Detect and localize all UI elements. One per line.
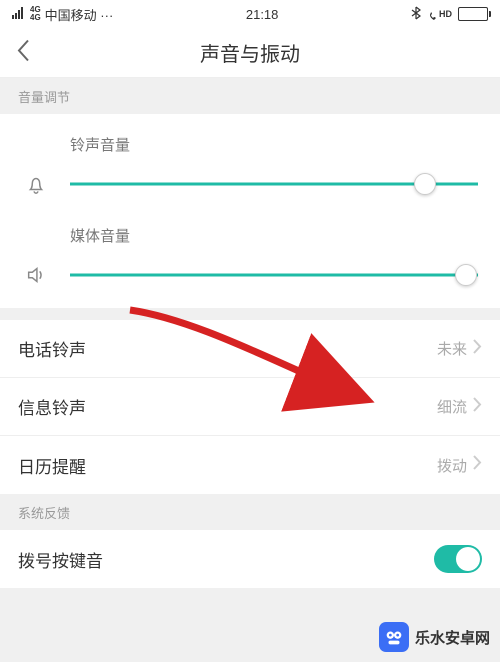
- feedback-section: 拨号按键音: [0, 530, 500, 588]
- signal-icon: [12, 7, 26, 22]
- page-title: 声音与振动: [200, 38, 300, 67]
- ringtone-volume-slider[interactable]: [70, 173, 478, 195]
- bluetooth-icon: [411, 6, 421, 23]
- ringtone-volume-block: 铃声音量: [22, 134, 478, 195]
- media-volume-label: 媒体音量: [70, 225, 478, 246]
- back-button[interactable]: [16, 38, 30, 67]
- carrier-label: 中国移动 ···: [45, 5, 114, 24]
- calendar-reminder-label: 日历提醒: [18, 453, 86, 478]
- dialpad-sound-item: 拨号按键音: [0, 530, 500, 588]
- status-bar: 4G4G 中国移动 ··· 21:18 HD: [0, 0, 500, 28]
- clock: 21:18: [246, 7, 279, 22]
- media-volume-block: 媒体音量: [22, 225, 478, 286]
- network-badge: 4G4G: [30, 6, 41, 22]
- message-ringtone-label: 信息铃声: [18, 394, 86, 419]
- section-header-feedback: 系统反馈: [0, 494, 500, 530]
- speaker-icon: [22, 264, 50, 286]
- page-header: 声音与振动: [0, 28, 500, 78]
- calendar-reminder-value: 拨动: [437, 455, 467, 476]
- ringtone-list: 电话铃声 未来 信息铃声 细流 日历提醒 拨动: [0, 320, 500, 494]
- dialpad-sound-label: 拨号按键音: [18, 547, 103, 572]
- chevron-right-icon: [473, 455, 482, 475]
- watermark: 乐水安卓网: [379, 622, 490, 652]
- volte-icon: HD: [427, 7, 452, 21]
- chevron-right-icon: [473, 397, 482, 417]
- chevron-right-icon: [473, 339, 482, 359]
- ringtone-volume-label: 铃声音量: [70, 134, 478, 155]
- battery-icon: [458, 7, 488, 21]
- message-ringtone-value: 细流: [437, 396, 467, 417]
- message-ringtone-item[interactable]: 信息铃声 细流: [0, 378, 500, 436]
- phone-ringtone-value: 未来: [437, 338, 467, 359]
- volume-sliders: 铃声音量 媒体音量: [0, 114, 500, 308]
- dialpad-sound-toggle[interactable]: [434, 545, 482, 573]
- phone-ringtone-label: 电话铃声: [18, 336, 86, 361]
- calendar-reminder-item[interactable]: 日历提醒 拨动: [0, 436, 500, 494]
- phone-ringtone-item[interactable]: 电话铃声 未来: [0, 320, 500, 378]
- section-header-volume: 音量调节: [0, 78, 500, 114]
- watermark-text: 乐水安卓网: [415, 627, 490, 648]
- watermark-logo-icon: [379, 622, 409, 652]
- bell-icon: [22, 173, 50, 195]
- media-volume-slider[interactable]: [70, 264, 478, 286]
